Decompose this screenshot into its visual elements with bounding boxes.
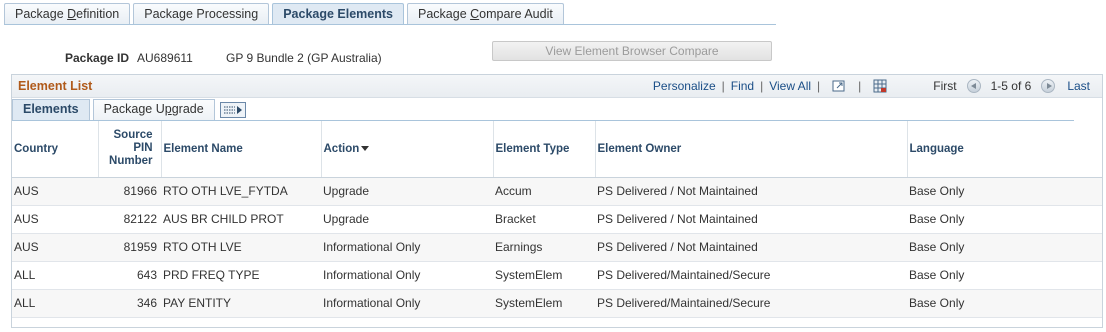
separator: | <box>817 79 821 93</box>
sort-descending-icon <box>361 146 370 152</box>
grid-title: Element List <box>18 79 93 93</box>
cell-pin: 81959 <box>98 233 161 262</box>
personalize-link[interactable]: Personalize <box>653 79 716 93</box>
cell-pin: 82122 <box>98 205 161 234</box>
tab-label: Package <box>418 7 471 21</box>
cell-pin: 81966 <box>98 177 161 206</box>
cell-language: Base Only <box>907 205 1102 234</box>
next-row-icon[interactable] <box>1041 79 1056 93</box>
show-all-columns-icon[interactable] <box>219 102 246 118</box>
tab-package-upgrade[interactable]: Package Upgrade <box>92 99 215 120</box>
element-list-grid: Element List Personalize | Find | View A… <box>11 74 1103 328</box>
cell-element-owner: PS Delivered/Maintained/Secure <box>595 261 907 290</box>
column-header-element-type[interactable]: Element Type <box>493 121 596 178</box>
cell-element-name: RTO OTH LVE <box>161 233 321 262</box>
cell-element-type: Bracket <box>493 205 595 234</box>
tab-label-accesskey: p <box>164 102 172 116</box>
tab-package-compare-audit[interactable]: Package Compare Audit <box>407 3 564 25</box>
first-label: First <box>933 79 957 93</box>
cell-element-owner: PS Delivered / Not Maintained <box>595 233 907 262</box>
grid-header: Element List Personalize | Find | View A… <box>12 75 1102 98</box>
cell-language: Base Only <box>907 261 1102 290</box>
view-all-link[interactable]: View All <box>769 79 811 93</box>
cell-element-name: PAY ENTITY <box>161 289 321 318</box>
tab-package-processing[interactable]: Package Processing <box>133 3 270 25</box>
tab-label: Package U <box>103 102 165 116</box>
tab-label-accesskey: C <box>470 7 480 21</box>
grid-navigation: Personalize | Find | View All | | First … <box>653 79 1090 93</box>
cell-element-owner: PS Delivered / Not Maintained <box>595 177 907 206</box>
cell-language: Base Only <box>907 177 1102 206</box>
last-link[interactable]: Last <box>1067 79 1090 93</box>
row-range: 1-5 of 6 <box>990 79 1032 93</box>
column-header-language[interactable]: Language <box>907 121 1102 178</box>
cell-language: Base Only <box>907 289 1102 318</box>
cell-action: Informational Only <box>321 233 493 262</box>
tab-elements[interactable]: Elements <box>12 99 90 120</box>
column-header-line: PIN <box>133 142 153 155</box>
tab-label: ompare Audit <box>479 7 553 21</box>
cell-element-type: SystemElem <box>493 289 595 318</box>
column-header-country[interactable]: Country <box>12 121 99 178</box>
download-spreadsheet-icon[interactable] <box>873 79 887 93</box>
column-header-element-owner[interactable]: Element Owner <box>595 121 908 178</box>
previous-row-icon[interactable] <box>966 79 981 93</box>
column-header-element-name[interactable]: Element Name <box>161 121 322 178</box>
zoom-grid-icon[interactable] <box>832 79 846 93</box>
cell-language: Base Only <box>907 233 1102 262</box>
cell-action: Upgrade <box>321 205 493 234</box>
cell-country: ALL <box>12 289 98 318</box>
cell-action: Upgrade <box>321 177 493 206</box>
tab-label: Package Elements <box>283 7 393 21</box>
cell-pin: 643 <box>98 261 161 290</box>
cell-element-name: PRD FREQ TYPE <box>161 261 321 290</box>
table-row: AUS 81966 RTO OTH LVE_FYTDA Upgrade Accu… <box>12 177 1102 206</box>
package-id-value: AU689611 <box>137 51 193 65</box>
tab-package-elements[interactable]: Package Elements <box>272 3 404 25</box>
column-header-line: Source <box>113 129 153 142</box>
element-table: Country Source PIN Number Element Name A… <box>12 121 1102 318</box>
cell-pin: 346 <box>98 289 161 318</box>
cell-element-type: Accum <box>493 177 595 206</box>
column-header-action[interactable]: Action <box>321 121 494 178</box>
separator: | <box>858 79 862 93</box>
tab-label: Package Processing <box>144 7 259 21</box>
cell-country: AUS <box>12 205 98 234</box>
cell-element-type: Earnings <box>493 233 595 262</box>
separator: | <box>760 79 764 93</box>
column-header-source-pin-number[interactable]: Source PIN Number <box>98 121 162 178</box>
tab-label: efinition <box>76 7 120 21</box>
tab-package-definition[interactable]: Package Definition <box>4 3 131 25</box>
tab-label: Elements <box>23 102 79 116</box>
tab-label: Package <box>15 7 68 21</box>
package-id-label: Package ID <box>65 51 130 65</box>
column-header-label: Action <box>323 142 360 155</box>
cell-element-type: SystemElem <box>493 261 595 290</box>
view-element-browser-compare-button[interactable]: View Element Browser Compare <box>492 41 772 61</box>
column-header-line: Number <box>109 155 153 168</box>
package-description: GP 9 Bundle 2 (GP Australia) <box>226 51 382 65</box>
page-tabs: Package Definition Package Processing Pa… <box>4 3 567 25</box>
tab-label-accesskey: D <box>67 7 77 21</box>
table-row: AUS 82122 AUS BR CHILD PROT Upgrade Brac… <box>12 205 1102 234</box>
cell-element-name: AUS BR CHILD PROT <box>161 205 321 234</box>
cell-element-owner: PS Delivered / Not Maintained <box>595 205 907 234</box>
cell-action: Informational Only <box>321 289 493 318</box>
cell-country: AUS <box>12 233 98 262</box>
tab-label: grade <box>171 102 204 116</box>
table-row: AUS 81959 RTO OTH LVE Informational Only… <box>12 233 1102 262</box>
table-row: ALL 346 PAY ENTITY Informational Only Sy… <box>12 289 1102 318</box>
cell-element-owner: PS Delivered/Maintained/Secure <box>595 289 907 318</box>
cell-action: Informational Only <box>321 261 493 290</box>
separator: | <box>721 79 725 93</box>
cell-country: AUS <box>12 177 98 206</box>
tab-divider <box>4 24 776 25</box>
find-link[interactable]: Find <box>731 79 754 93</box>
table-header-row: Country Source PIN Number Element Name A… <box>12 121 1102 178</box>
grid-sub-tabs: Elements Package Upgrade <box>12 99 246 120</box>
cell-element-name: RTO OTH LVE_FYTDA <box>161 177 321 206</box>
cell-country: ALL <box>12 261 98 290</box>
table-row: ALL 643 PRD FREQ TYPE Informational Only… <box>12 261 1102 290</box>
